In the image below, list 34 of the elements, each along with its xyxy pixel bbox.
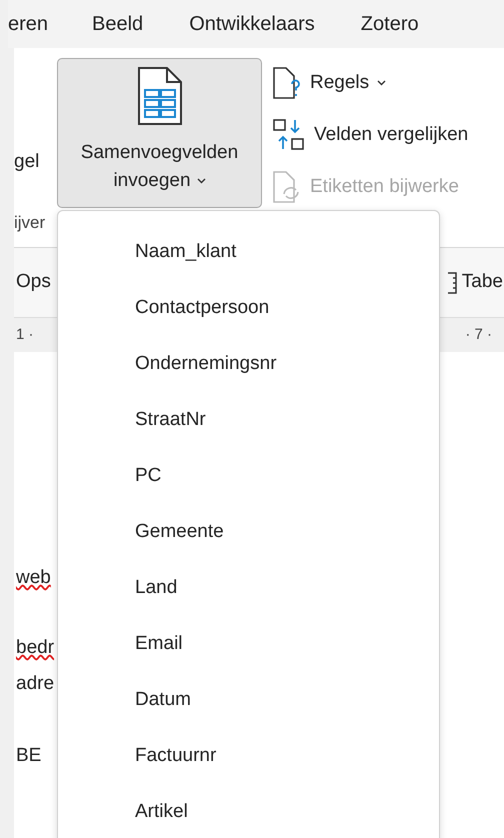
menu-item[interactable]: Email bbox=[58, 616, 439, 672]
compare-arrows-icon bbox=[272, 118, 306, 152]
menu-tab[interactable]: eren bbox=[8, 9, 48, 39]
insert-merge-field-button[interactable]: Samenvoegvelden invoegen bbox=[57, 58, 262, 208]
menu-tab[interactable]: Zotero bbox=[360, 9, 419, 39]
document-text: adre bbox=[16, 672, 54, 696]
group-label: ijver bbox=[14, 212, 46, 234]
ribbon-command[interactable]: Velden vergelijken bbox=[272, 114, 468, 156]
menu-item[interactable]: PC bbox=[58, 448, 439, 504]
menu-item[interactable]: Naam_klant bbox=[58, 224, 439, 280]
menu-item[interactable]: Datum bbox=[58, 672, 439, 728]
menu-tab[interactable]: Beeld bbox=[92, 9, 144, 39]
document-text: web bbox=[16, 566, 51, 590]
menu-item[interactable]: Contactpersoon bbox=[58, 280, 439, 336]
document-table-icon bbox=[138, 67, 182, 125]
document-text: BE bbox=[16, 744, 42, 768]
document-refresh-icon bbox=[272, 170, 302, 204]
menu-item[interactable]: Gemeente bbox=[58, 504, 439, 560]
toolbar-label: Ops bbox=[16, 270, 51, 294]
ribbon-label: gel bbox=[14, 150, 40, 174]
ribbon-command[interactable]: Regels bbox=[272, 62, 468, 104]
menu-item[interactable]: Factuurnr bbox=[58, 728, 439, 784]
caret-icon bbox=[196, 178, 206, 184]
document-text: bedr bbox=[16, 636, 54, 660]
document-question-icon bbox=[272, 66, 302, 100]
toolbar-label: Tabe bbox=[462, 270, 503, 294]
menu-tab[interactable]: Ontwikkelaars bbox=[189, 9, 315, 39]
ruler-number: · 7 · bbox=[465, 324, 492, 345]
ruler-number: 1 · bbox=[16, 324, 34, 345]
menu-item[interactable]: Land bbox=[58, 560, 439, 616]
menu-item[interactable]: StraatNr bbox=[58, 392, 439, 448]
menu-item[interactable]: Ondernemingsnr bbox=[58, 336, 439, 392]
menu-item[interactable]: Artikel bbox=[58, 784, 439, 838]
table-icon bbox=[446, 272, 457, 294]
